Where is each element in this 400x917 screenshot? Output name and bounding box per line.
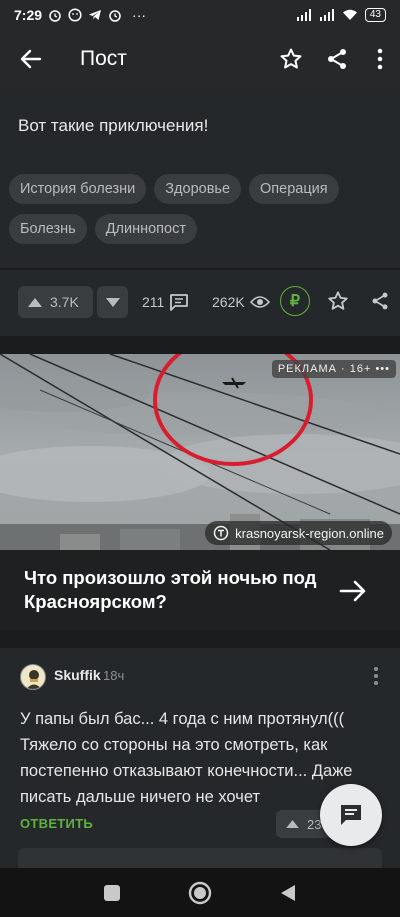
- ad-banner[interactable]: Что произошло этой ночью под Красноярско…: [0, 550, 400, 630]
- upvote-button[interactable]: 3.7K: [18, 286, 93, 318]
- ad-source[interactable]: krasnoyarsk-region.online: [205, 521, 392, 545]
- star-outline-icon: [328, 291, 348, 310]
- post-text: Вот такие приключения!: [18, 116, 209, 135]
- views-count: 262K: [212, 294, 245, 310]
- comments-stat[interactable]: 211: [142, 286, 189, 318]
- post-card: Вот такие приключения! История болезни З…: [0, 88, 400, 268]
- chat-icon: [341, 805, 361, 825]
- upvote-count: 3.7K: [50, 294, 79, 310]
- section-gap: [0, 336, 400, 354]
- source-icon: [213, 525, 229, 541]
- avatar[interactable]: [20, 664, 46, 690]
- views-stat: 262K: [212, 286, 270, 318]
- square-nav-icon[interactable]: [103, 884, 121, 902]
- signal-icon-2: [319, 9, 334, 21]
- share-post-button[interactable]: [366, 287, 394, 315]
- face-icon: [68, 8, 82, 22]
- save-post-button[interactable]: [324, 287, 352, 315]
- comment-author[interactable]: Skuffik: [54, 667, 101, 683]
- eye-icon: [249, 296, 270, 308]
- tag-item[interactable]: Длиннопост: [94, 214, 197, 244]
- comment-text: У папы был бас... 4 года с ним протянул(…: [20, 710, 353, 806]
- app-bar: Пост: [0, 30, 400, 88]
- ad-title: Что произошло этой ночью под Красноярско…: [24, 567, 317, 612]
- alarm-icon-2: [109, 10, 121, 22]
- telegram-icon: [89, 10, 102, 20]
- tag-item[interactable]: Операция: [249, 174, 339, 204]
- triangle-nav-icon[interactable]: [279, 883, 297, 903]
- star-icon: [280, 48, 302, 69]
- ad-card[interactable]: РЕКЛАМА · 16+ ••• krasnoyarsk-region.onl…: [0, 354, 400, 630]
- downvote-triangle-icon: [105, 297, 120, 307]
- comment-icon: [170, 294, 189, 311]
- circle-nav-icon[interactable]: [188, 881, 212, 905]
- favorite-button[interactable]: [268, 30, 314, 88]
- wifi-icon: [342, 9, 357, 20]
- share-icon: [328, 49, 346, 69]
- write-comment-button[interactable]: [320, 784, 382, 846]
- status-bar: 7:29 ··· 43: [0, 0, 400, 30]
- reply-button[interactable]: ОТВЕТИТЬ: [20, 816, 93, 831]
- comments-count: 211: [142, 294, 165, 310]
- page-title: Пост: [80, 47, 127, 70]
- avatar-image: [26, 670, 42, 689]
- ad-label[interactable]: РЕКЛАМА · 16+ •••: [271, 360, 396, 378]
- arrow-right-icon: [339, 580, 366, 602]
- tag-list: История болезни Здоровье Операция Болезн…: [9, 174, 389, 244]
- ad-source-url: krasnoyarsk-region.online: [235, 525, 384, 541]
- back-button[interactable]: [0, 30, 62, 88]
- post-actions: 3.7K 211 262K ₽: [0, 270, 400, 336]
- signal-icon: [296, 9, 311, 21]
- share-button[interactable]: [314, 30, 360, 88]
- share-icon: [372, 292, 388, 310]
- alarm-icon: [49, 10, 61, 22]
- status-time: 7:29: [14, 7, 43, 23]
- upvote-triangle-icon: [286, 820, 299, 828]
- back-arrow-icon: [20, 49, 42, 69]
- section-gap: [0, 630, 400, 648]
- tag-item[interactable]: Здоровье: [154, 174, 242, 204]
- status-overflow: ···: [132, 7, 147, 23]
- battery-indicator: 43: [364, 8, 386, 22]
- tag-item[interactable]: Болезнь: [9, 214, 87, 244]
- system-nav-bar: [0, 868, 400, 917]
- downvote-button[interactable]: [97, 286, 128, 318]
- more-menu-button[interactable]: [360, 30, 400, 88]
- ad-image[interactable]: РЕКЛАМА · 16+ ••• krasnoyarsk-region.onl…: [0, 354, 400, 550]
- more-vert-icon: [377, 48, 383, 70]
- ruble-icon: ₽: [289, 293, 301, 310]
- upvote-triangle-icon: [28, 297, 42, 307]
- more-vert-icon[interactable]: [372, 666, 380, 686]
- comment-time: 18ч: [103, 668, 125, 683]
- donate-button[interactable]: ₽: [280, 286, 310, 316]
- tag-item[interactable]: История болезни: [9, 174, 147, 204]
- next-comment-preview: [18, 848, 382, 868]
